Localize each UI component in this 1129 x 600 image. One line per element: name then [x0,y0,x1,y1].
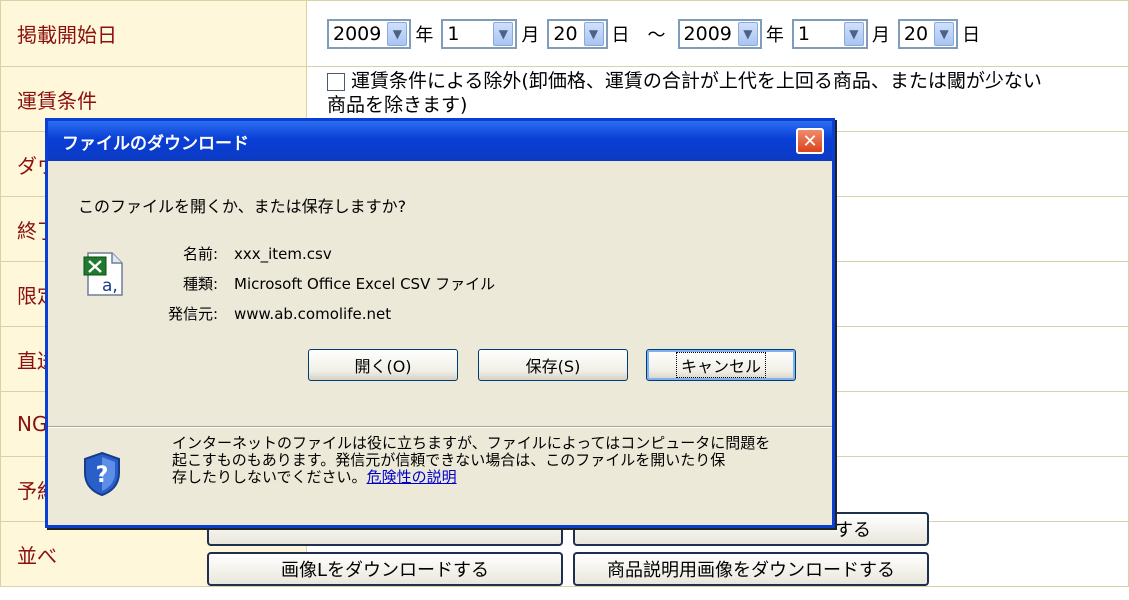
to-day-select[interactable]: 20 ▼ [897,18,959,49]
chevron-down-icon: ▼ [737,21,758,46]
from-month-select[interactable]: 1 ▼ [441,18,518,49]
file-type: Microsoft Office Excel CSV ファイル [234,275,496,293]
from-year-select[interactable]: 2009 ▼ [327,18,412,49]
exclude-checkbox[interactable] [327,72,345,91]
date-range-row: 2009 ▼ 年 1 ▼ 月 20 ▼ 日 ～ 2009 ▼ 年 1 ▼ 月 20 ▼ 日 [306,0,1129,67]
exclude-checkbox-label: 運賃条件による除外(卸価格、運賃の合計が上代を上回る商品、または閾が少ない [351,70,1042,92]
label-publish-start: 掲載開始日 [0,0,307,67]
file-download-dialog: ファイルのダウンロード ✕ このファイルを開くか、または保存しますか? a, 名… [45,118,835,528]
dialog-title-bar[interactable]: ファイルのダウンロード ✕ [48,121,832,161]
cancel-button[interactable]: キャンセル [646,349,796,381]
to-year-select[interactable]: 2009 ▼ [677,18,762,49]
save-button[interactable]: 保存(S) [478,349,628,381]
open-button[interactable]: 開く(O) [308,349,458,381]
risk-explanation-link[interactable]: 危険性の説明 [367,468,457,486]
dialog-question: このファイルを開くか、または保存しますか? [78,197,407,216]
dialog-divider [48,426,832,428]
file-source: www.ab.comolife.net [234,305,392,323]
to-month-select[interactable]: 1 ▼ [791,18,868,49]
download-desc-images-button[interactable]: 商品説明用画像をダウンロードする [573,552,929,586]
svg-text:?: ? [96,463,109,488]
chevron-down-icon: ▼ [493,21,514,46]
dialog-title: ファイルのダウンロード [62,133,249,154]
chevron-down-icon: ▼ [387,21,408,46]
chevron-down-icon: ▼ [843,21,864,46]
security-warning-text: インターネットのファイルは役に立ちますが、ファイルによってはコンピュータに問題を… [172,434,771,486]
chevron-down-icon: ▼ [934,21,955,46]
from-day-select[interactable]: 20 ▼ [547,18,608,49]
download-image-l-button[interactable]: 画像Lをダウンロードする [207,552,563,586]
chevron-down-icon: ▼ [583,21,604,46]
file-name: xxx_item.csv [234,245,332,263]
security-shield-icon: ? [84,451,120,497]
exclude-checkbox-label-2: 商品を除きます) [327,94,468,116]
close-icon[interactable]: ✕ [796,128,824,154]
